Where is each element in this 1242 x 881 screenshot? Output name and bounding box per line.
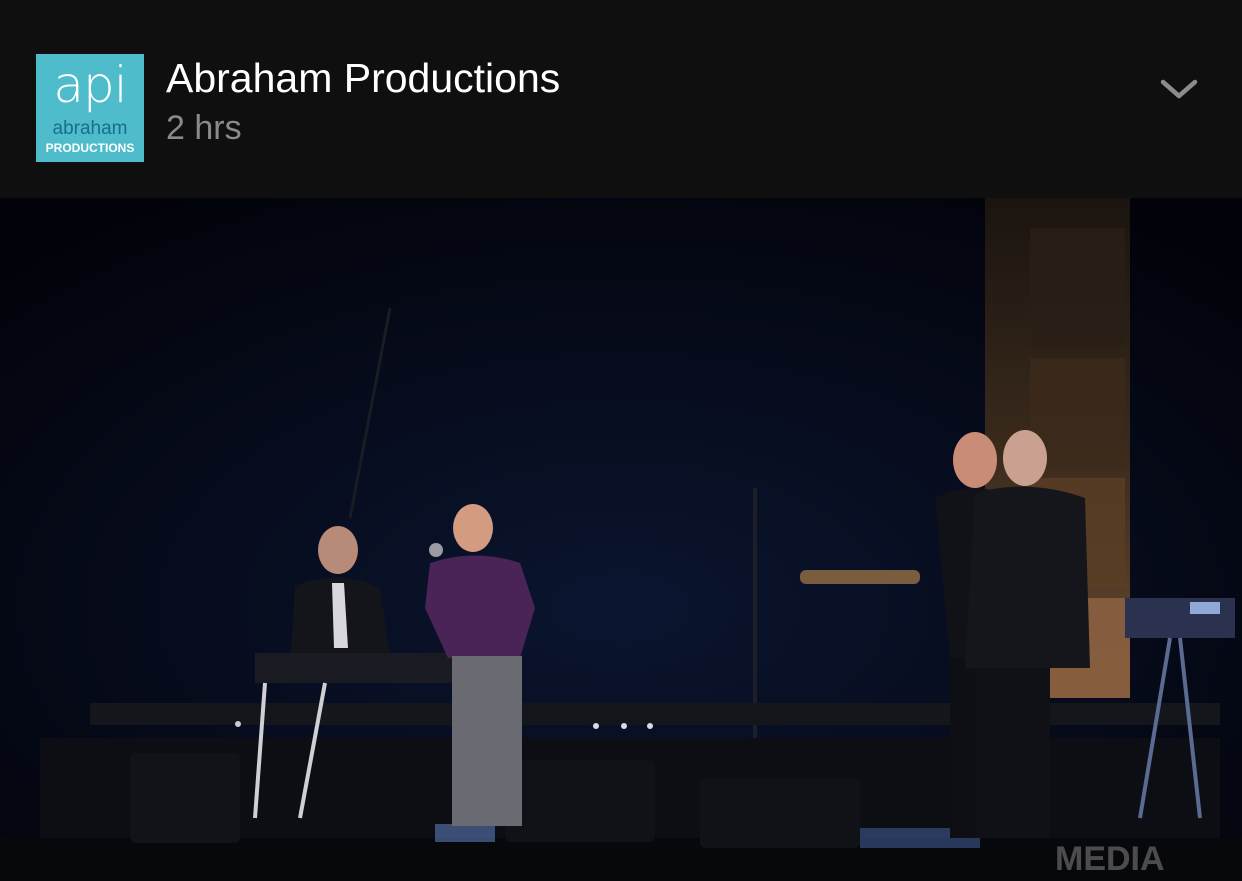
video-frame: MEDIA — [0, 198, 1242, 881]
logo-productions-text: PRODUCTIONS — [45, 141, 135, 155]
logo-api-text: api — [53, 56, 127, 114]
post-timestamp[interactable]: 2 hrs — [166, 108, 242, 148]
page-name-link[interactable]: Abraham Productions — [166, 54, 560, 102]
stage-riser-upper — [90, 703, 1220, 725]
page-avatar[interactable]: api abraham PRODUCTIONS — [36, 54, 144, 162]
logo-abraham-text: abraham — [52, 118, 128, 139]
video-watermark: MEDIA — [1055, 840, 1165, 878]
post-header: api abraham PRODUCTIONS Abraham Producti… — [0, 0, 1242, 198]
chevron-down-icon[interactable] — [1158, 72, 1200, 106]
video-player[interactable]: MEDIA — [0, 198, 1242, 881]
